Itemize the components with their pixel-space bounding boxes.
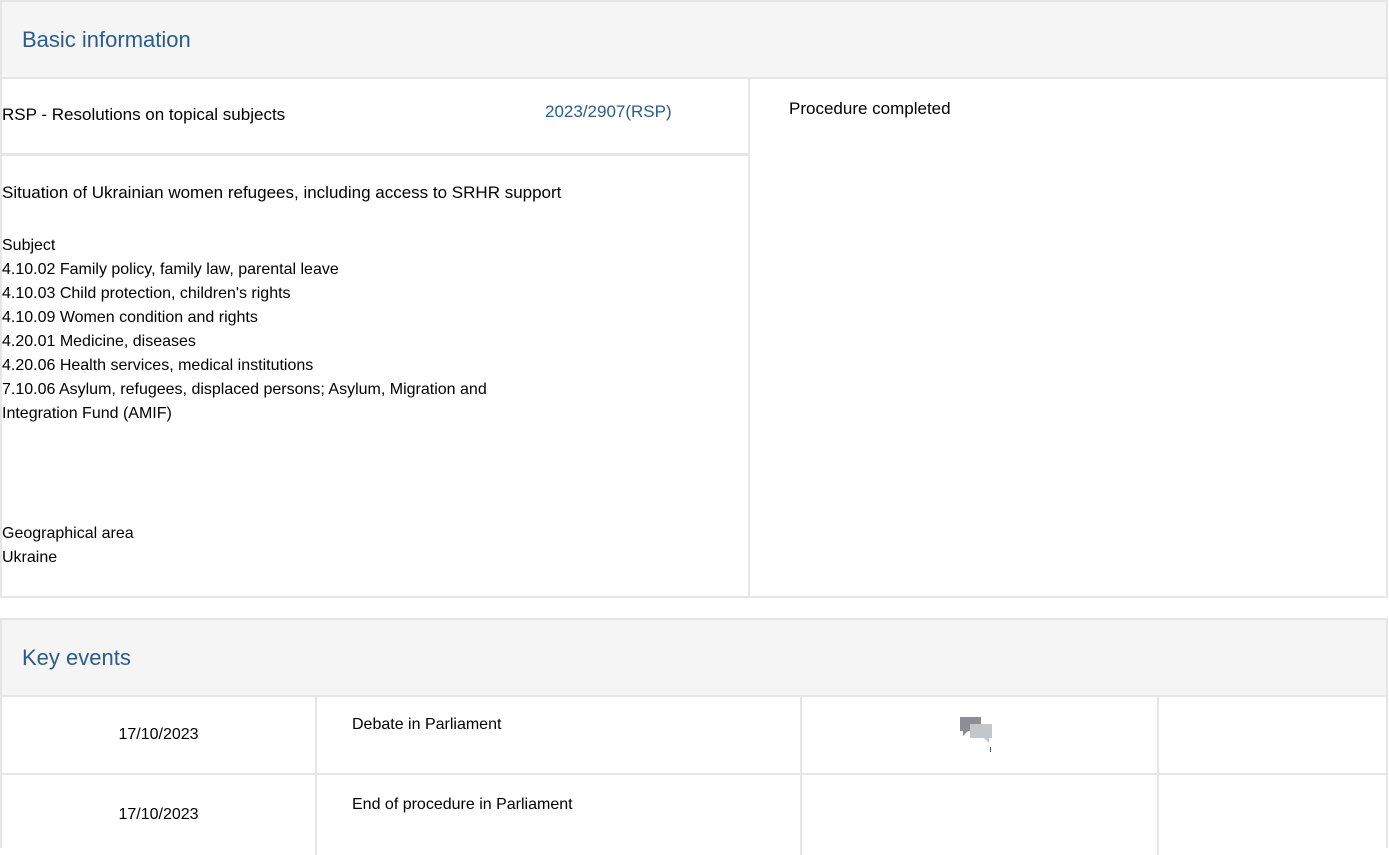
subject-section: Subject 4.10.02 Family policy, family la… <box>2 234 487 426</box>
event-name: End of procedure in Parliament <box>352 796 573 813</box>
procedure-reference-link[interactable]: 2023/2907(RSP) <box>545 102 672 122</box>
procedure-status-cell: Procedure completed <box>752 77 1386 598</box>
table-row: 17/10/2023 End of procedure in Parliamen… <box>2 775 1386 855</box>
subject-item: 4.20.06 Health services, medical institu… <box>2 357 314 374</box>
procedure-details: RSP - Resolutions on topical subjects 20… <box>2 77 750 598</box>
procedure-status: Procedure completed <box>789 99 951 118</box>
subject-item: 4.20.01 Medicine, diseases <box>2 333 196 350</box>
subject-item: 4.10.02 Family policy, family law, paren… <box>2 261 339 278</box>
subject-heading: Subject <box>2 237 56 254</box>
divider <box>2 153 748 156</box>
table-row: 17/10/2023 Debate in Parliament <box>2 695 1386 775</box>
document-cell <box>802 695 1159 773</box>
geographical-area-value: Ukraine <box>2 549 58 566</box>
basic-information-heading: Basic information <box>2 2 1386 79</box>
date-cell: 17/10/2023 <box>2 775 317 855</box>
event-date: 17/10/2023 <box>118 806 199 823</box>
procedure-title: Situation of Ukrainian women refugees, i… <box>2 183 562 202</box>
geographical-area-heading: Geographical area <box>2 525 134 542</box>
basic-information-panel: Basic information RSP - Resolutions on t… <box>0 0 1388 598</box>
date-cell: 17/10/2023 <box>2 695 317 773</box>
event-cell: End of procedure in Parliament <box>317 775 802 855</box>
subject-item: Integration Fund (AMIF) <box>2 405 172 422</box>
debate-icon[interactable] <box>959 716 993 744</box>
subject-item: 4.10.03 Child protection, children's rig… <box>2 285 291 302</box>
procedure-type: RSP - Resolutions on topical subjects <box>2 105 286 124</box>
event-name: Debate in Parliament <box>352 716 502 733</box>
summary-cell <box>1159 775 1386 855</box>
document-cell <box>802 775 1159 855</box>
geographical-area-section: Geographical area Ukraine <box>2 522 134 570</box>
subject-item: 4.10.09 Women condition and rights <box>2 309 258 326</box>
key-events-panel: Key events 17/10/2023 Debate in Parliame… <box>0 618 1388 855</box>
key-events-heading: Key events <box>2 620 1386 697</box>
link-marker <box>990 747 991 752</box>
event-cell: Debate in Parliament <box>317 695 802 773</box>
subject-item: 7.10.06 Asylum, refugees, displaced pers… <box>2 381 487 398</box>
summary-cell <box>1159 695 1386 773</box>
event-date: 17/10/2023 <box>118 726 199 743</box>
